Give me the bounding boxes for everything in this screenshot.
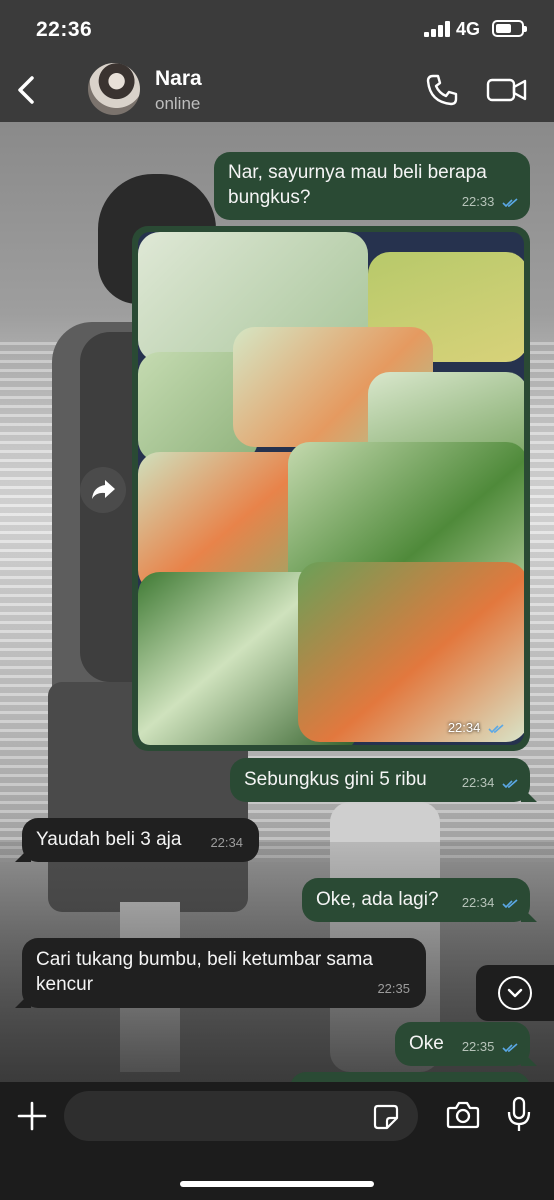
sticker-icon[interactable]	[372, 1103, 400, 1131]
message-bubble-incoming[interactable]: Cari tukang bumbu, beli ketumbar sama ke…	[15, 938, 426, 1008]
message-input-bar	[0, 1082, 554, 1200]
message-text: Sebungkus gini 5 ribu	[244, 769, 427, 790]
message-time: 22:35	[377, 981, 410, 996]
message-bubble-outgoing[interactable]: Oke 22:35	[395, 1022, 537, 1066]
camera-icon[interactable]	[446, 1100, 480, 1130]
message-bubble-outgoing[interactable]: Sebungkus gini 5 ribu 22:34	[230, 758, 537, 802]
message-text: Yaudah beli 3 aja	[36, 829, 182, 850]
message-bubble-outgoing[interactable]: Nar, sayurnya mau beli berapa bungkus? 2…	[214, 152, 530, 220]
message-time: 22:34	[461, 895, 495, 910]
status-time: 22:36	[36, 18, 93, 41]
back-icon[interactable]	[12, 72, 42, 108]
message-input[interactable]	[64, 1091, 418, 1141]
message-time: 22:34	[447, 720, 481, 735]
forward-icon	[92, 480, 115, 499]
image-message[interactable]: 22:34	[132, 226, 530, 751]
battery-icon	[492, 20, 527, 37]
chat-header: Nara online	[0, 58, 554, 122]
message-meta: 22:34	[462, 770, 520, 795]
message-meta: 22:34	[210, 830, 243, 855]
read-ticks-icon	[502, 197, 518, 207]
status-bar: 22:36 4G	[0, 0, 554, 58]
read-ticks-icon	[502, 1042, 518, 1052]
message-meta: 22:34	[448, 720, 506, 735]
message-meta: 22:34	[462, 890, 520, 915]
home-indicator[interactable]	[180, 1181, 374, 1187]
avatar[interactable]	[88, 63, 140, 115]
message-meta: 22:33	[462, 189, 520, 214]
microphone-icon[interactable]	[506, 1096, 532, 1134]
message-text: Oke	[409, 1033, 444, 1054]
forward-button[interactable]	[80, 467, 126, 513]
message-text: Nar, sayurnya mau beli berapa bungkus?	[228, 162, 487, 208]
network-type: 4G	[456, 19, 481, 39]
read-ticks-icon	[488, 723, 504, 733]
message-meta: 22:35	[377, 976, 410, 1001]
message-bubble-incoming[interactable]: Yaudah beli 3 aja 22:34	[15, 818, 259, 862]
message-time: 22:34	[461, 775, 495, 790]
message-meta: 22:35	[462, 1034, 520, 1059]
contact-status: online	[155, 94, 201, 113]
message-time: 22:34	[210, 835, 243, 850]
phone-icon[interactable]	[424, 72, 460, 108]
signal-icon	[424, 21, 452, 37]
message-text: Oke, ada lagi?	[316, 889, 439, 910]
message-text: Cari tukang bumbu, beli ketumbar sama ke…	[36, 949, 373, 995]
vegetable-photo[interactable]: 22:34	[138, 232, 524, 745]
scroll-down-icon	[498, 976, 532, 1010]
message-bubble-outgoing[interactable]: Oke, ada lagi? 22:34	[302, 878, 537, 922]
plus-icon[interactable]	[16, 1100, 48, 1132]
read-ticks-icon	[502, 778, 518, 788]
message-time: 22:33	[461, 194, 495, 209]
scroll-to-bottom-button[interactable]	[476, 965, 554, 1021]
message-time: 22:35	[461, 1039, 495, 1054]
contact-name[interactable]: Nara	[155, 67, 202, 91]
video-call-icon[interactable]	[486, 74, 528, 106]
read-ticks-icon	[502, 898, 518, 908]
